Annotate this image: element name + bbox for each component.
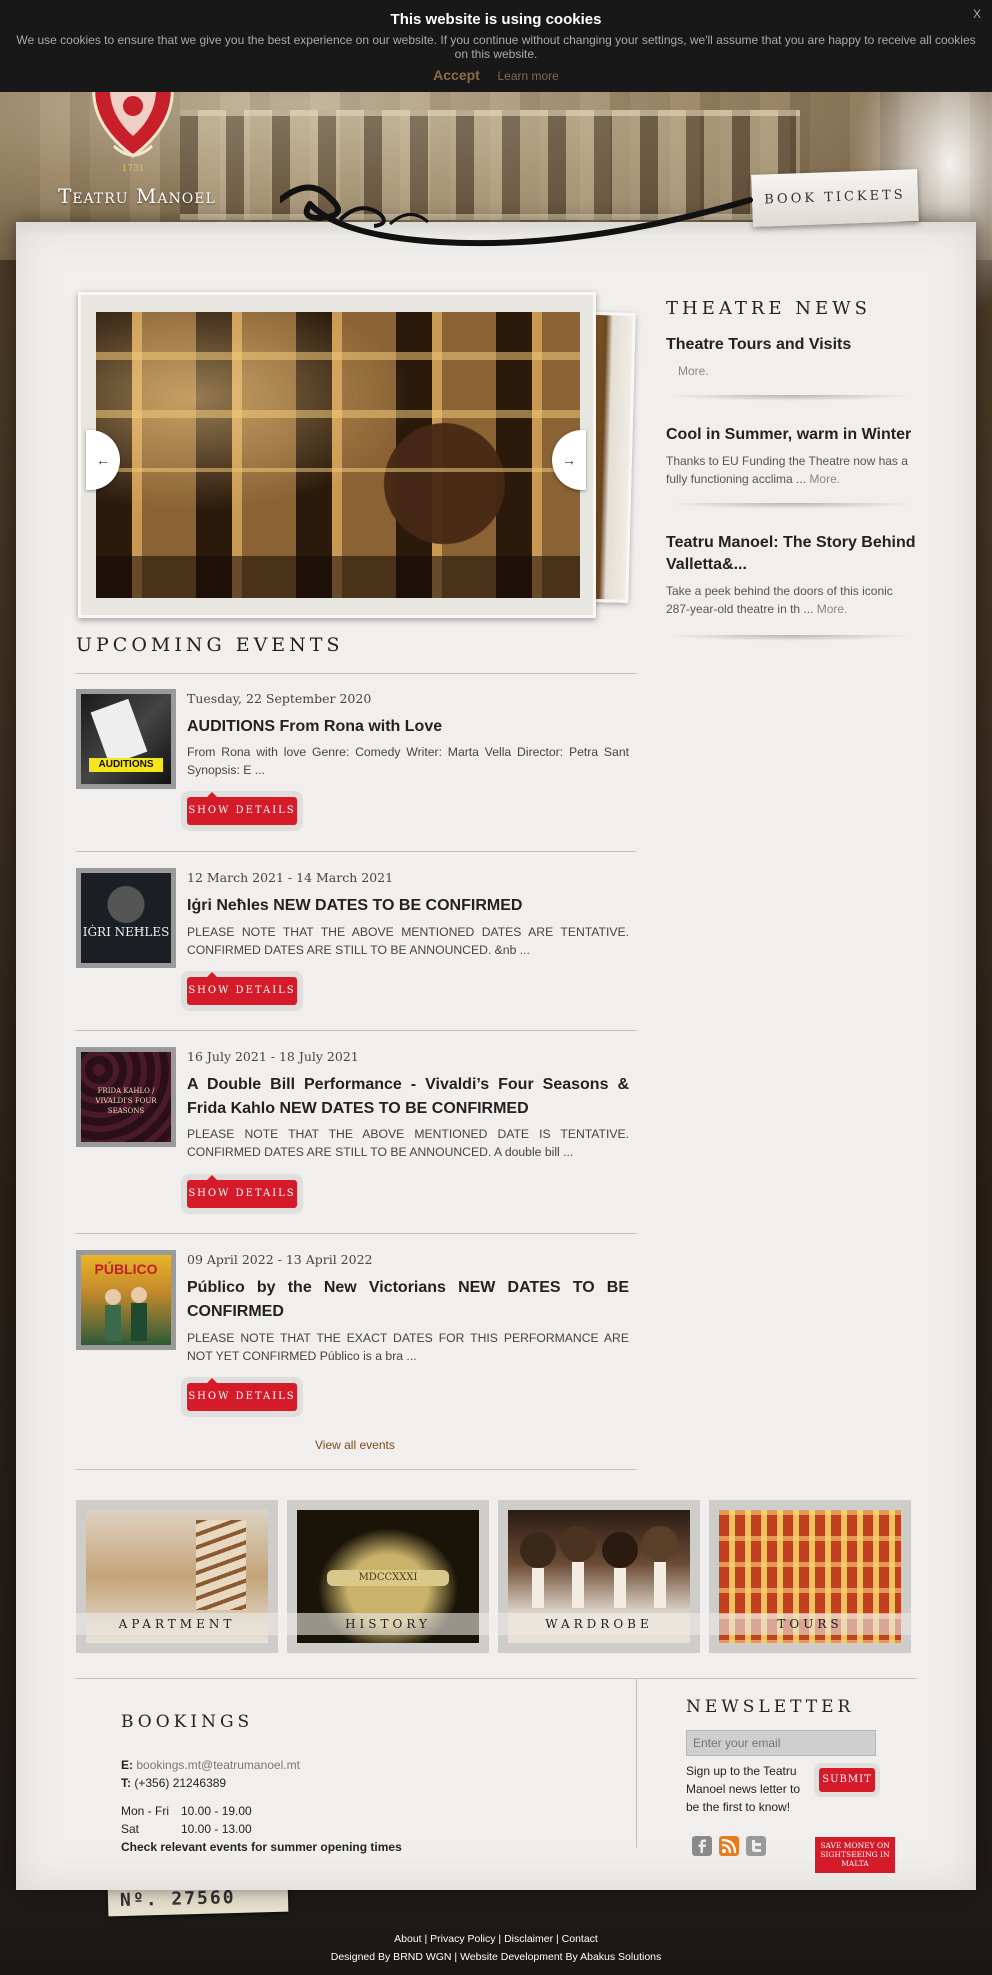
slide-tiers	[96, 352, 580, 472]
view-all-events-link[interactable]: View all events	[315, 1438, 395, 1452]
opening-note: Check relevant events for summer opening…	[121, 1840, 402, 1854]
tile-wardrobe[interactable]: WARDROBE	[498, 1500, 700, 1653]
footer-links: About | Privacy Policy | Disclaimer | Co…	[394, 1933, 598, 1945]
show-details-button[interactable]: SHOW DETAILS	[187, 1175, 297, 1208]
news-separator	[666, 635, 916, 641]
event-description: PLEASE NOTE THAT THE EXACT DATES FOR THI…	[187, 1331, 629, 1363]
news-more-link[interactable]: More.	[678, 364, 709, 378]
event-date: Tuesday, 22 September 2020	[187, 691, 372, 706]
newsletter-heading: NEWSLETTER	[686, 1697, 855, 1717]
cookie-accept-button[interactable]: Accept	[433, 67, 480, 83]
thumb-label: IĠRI NEĦLES	[82, 925, 170, 939]
news-more-link[interactable]: More.	[817, 602, 848, 616]
news-item: Theatre Tours and Visits More.	[666, 334, 916, 380]
event-item: PÚBLICO 09 April 2022 - 13 April 2022 Pú…	[76, 1250, 636, 1411]
news-excerpt: More.	[666, 362, 916, 380]
tile-tours[interactable]: TOURS	[709, 1500, 911, 1653]
newsletter-submit-button[interactable]: SUBMIT	[819, 1768, 875, 1792]
cookie-text: We use cookies to ensure that we give yo…	[16, 33, 976, 61]
rss-icon[interactable]	[719, 1836, 739, 1856]
cookie-learn-more-link[interactable]: Learn more	[497, 69, 558, 83]
event-date: 16 July 2021 - 18 July 2021	[187, 1049, 359, 1064]
event-date: 12 March 2021 - 14 March 2021	[187, 870, 394, 885]
event-thumbnail[interactable]: IĠRI NEĦLES	[76, 868, 176, 968]
show-details-button[interactable]: SHOW DETAILS	[187, 972, 297, 1005]
slide-caption-bar	[96, 556, 580, 598]
divider	[76, 673, 636, 674]
save-money-banner[interactable]: SAVE MONEY ON SIGHTSEEING IN MALTA	[815, 1837, 895, 1873]
event-description: PLEASE NOTE THAT THE ABOVE MENTIONED DAT…	[187, 1127, 629, 1159]
divider	[76, 1030, 636, 1031]
slider-image-theatre-boxes	[96, 312, 580, 598]
event-title[interactable]: Iġri Neħles NEW DATES TO BE CONFIRMED	[187, 894, 629, 918]
event-title[interactable]: A Double Bill Performance - Vivaldi’s Fo…	[187, 1073, 629, 1121]
tile-apartment[interactable]: APARTMENT	[76, 1500, 278, 1653]
divider	[76, 851, 636, 852]
cookie-close-button[interactable]: X	[973, 7, 981, 21]
divider	[76, 1233, 636, 1234]
news-item: Cool in Summer, warm in Winter Thanks to…	[666, 424, 916, 488]
bookings-email-link[interactable]: bookings.mt@teatrumanoel.mt	[136, 1758, 300, 1772]
event-thumbnail[interactable]: AUDITIONS	[76, 689, 176, 789]
event-thumbnail[interactable]: PÚBLICO	[76, 1250, 176, 1350]
divider	[76, 1678, 916, 1679]
opening-hours-row: Mon - Fri 10.00 - 19.00	[121, 1804, 252, 1818]
footer: About | Privacy Policy | Disclaimer | Co…	[0, 1930, 992, 1966]
footer-link-privacy[interactable]: Privacy Policy	[430, 1933, 495, 1945]
facebook-icon[interactable]	[692, 1836, 712, 1856]
news-title[interactable]: Cool in Summer, warm in Winter	[666, 424, 916, 446]
cookie-banner: This website is using cookies We use coo…	[0, 0, 992, 92]
footer-link-contact[interactable]: Contact	[562, 1933, 598, 1945]
footer-link-about[interactable]: About	[394, 1933, 421, 1945]
event-item: IĠRI NEĦLES 12 March 2021 - 14 March 202…	[76, 868, 636, 1008]
tile-label: TOURS	[709, 1613, 911, 1635]
news-item: Teatru Manoel: The Story Behind Valletta…	[666, 532, 916, 618]
news-excerpt: Thanks to EU Funding the Theatre now has…	[666, 454, 908, 486]
event-description: From Rona with love Genre: Comedy Writer…	[187, 745, 629, 777]
newsletter-email-input[interactable]	[686, 1730, 876, 1756]
show-details-button[interactable]: SHOW DETAILS	[187, 792, 297, 825]
news-title[interactable]: Theatre Tours and Visits	[666, 334, 916, 356]
event-item: FRIDA KAHLO / VIVALDI'S FOUR SEASONS 16 …	[76, 1047, 636, 1208]
arrow-right-icon: →	[562, 452, 576, 468]
thumb-label: AUDITIONS	[98, 759, 154, 770]
thumb-label: FRIDA KAHLO / VIVALDI'S FOUR SEASONS	[95, 1087, 157, 1115]
bookings-heading: BOOKINGS	[121, 1712, 254, 1732]
bookings-email: E: bookings.mt@teatrumanoel.mt	[121, 1758, 300, 1772]
divider	[76, 1469, 636, 1470]
footer-credits: Designed By BRND WGN | Website Developme…	[330, 1951, 662, 1963]
upcoming-events-heading: UPCOMING EVENTS	[76, 634, 344, 656]
bookings-phone: T: (+356) 21246389	[121, 1776, 227, 1790]
tile-label: APARTMENT	[76, 1613, 278, 1635]
newsletter-text: Sign up to the Teatru Manoel news letter…	[686, 1764, 801, 1814]
cookie-title: This website is using cookies	[390, 11, 602, 28]
tile-label: WARDROBE	[498, 1613, 700, 1635]
news-separator	[666, 503, 916, 509]
news-more-link[interactable]: More.	[809, 472, 840, 486]
event-description: PLEASE NOTE THAT THE ABOVE MENTIONED DAT…	[187, 925, 629, 957]
footer-link-disclaimer[interactable]: Disclaimer	[504, 1933, 553, 1945]
tile-history[interactable]: MDCCXXXI HISTORY	[287, 1500, 489, 1653]
tile-label: HISTORY	[287, 1613, 489, 1635]
event-title[interactable]: Público by the New Victorians NEW DATES …	[187, 1276, 629, 1324]
divider-vertical	[636, 1678, 637, 1848]
theatre-news-heading: THEATRE NEWS	[666, 298, 871, 319]
show-details-button[interactable]: SHOW DETAILS	[187, 1378, 297, 1411]
news-title[interactable]: Teatru Manoel: The Story Behind Valletta…	[666, 532, 916, 576]
news-excerpt: Take a peek behind the doors of this ico…	[666, 584, 893, 616]
arrow-left-icon: ←	[96, 452, 110, 468]
twitter-icon[interactable]	[746, 1836, 766, 1856]
event-title[interactable]: AUDITIONS From Rona with Love	[187, 715, 629, 739]
event-item: AUDITIONS Tuesday, 22 September 2020 AUD…	[76, 689, 636, 829]
news-separator	[666, 395, 916, 401]
opening-hours-row: Sat 10.00 - 13.00	[121, 1822, 252, 1836]
event-thumbnail[interactable]: FRIDA KAHLO / VIVALDI'S FOUR SEASONS	[76, 1047, 176, 1147]
event-date: 09 April 2022 - 13 April 2022	[187, 1252, 373, 1267]
